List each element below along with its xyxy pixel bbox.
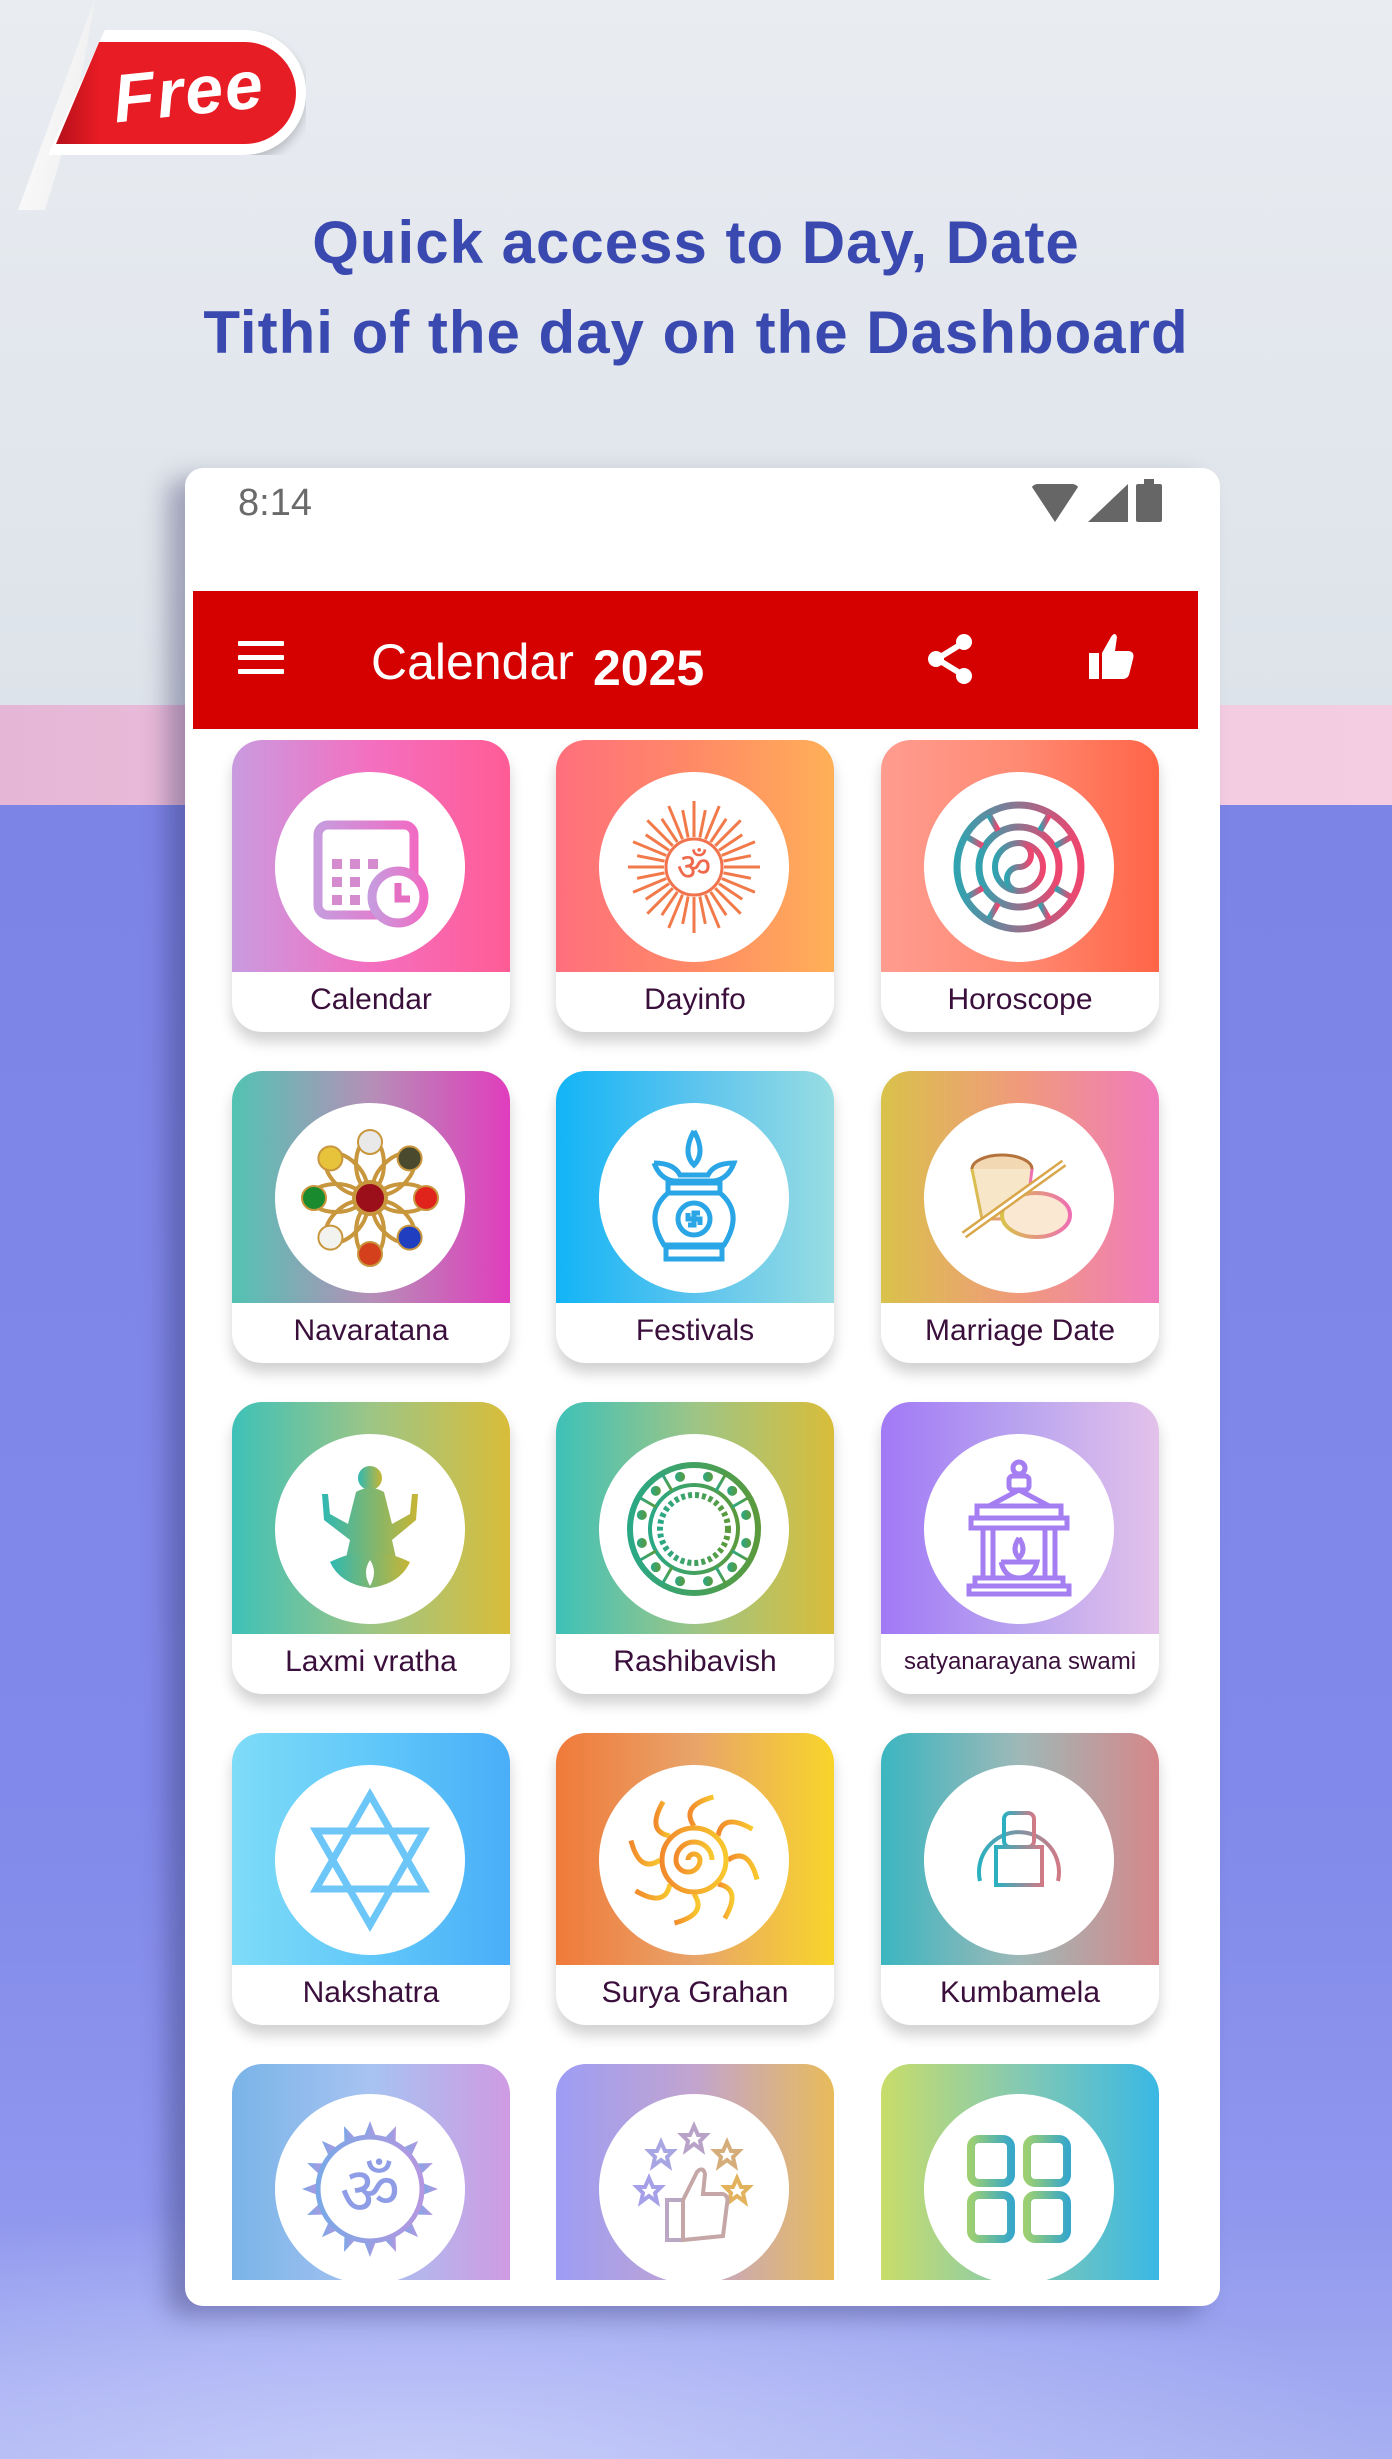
headline-line-1: Quick access to Day, Date [312, 209, 1080, 276]
tile-gradient-bg [556, 1071, 834, 1303]
sun-icon [628, 1794, 760, 1926]
tile-gradient-bg [881, 1733, 1159, 1965]
tile-navaratana[interactable]: Navaratana [232, 1071, 510, 1363]
tile-label: Nakshatra [302, 1976, 440, 2009]
rating-thumbs-up-icon [632, 2121, 754, 2243]
tile-gradient-bg [881, 2064, 1159, 2280]
star-hexagram-icon [309, 1787, 431, 1933]
share-button[interactable] [923, 631, 979, 687]
status-icons [1030, 479, 1162, 522]
tile-gradient-bg [881, 740, 1159, 972]
tile-label: Horoscope [947, 983, 1093, 1016]
tile-calendar[interactable]: Calendar [232, 740, 510, 1032]
tile-gradient-bg [556, 1733, 834, 1965]
tile-label: Navaratana [293, 1314, 449, 1347]
cellular-signal-icon [1088, 484, 1128, 522]
tile-icon-circle [924, 2094, 1114, 2280]
svg-text:ॐ: ॐ [677, 845, 712, 889]
tile-icon-circle [924, 772, 1114, 962]
tile-label: Rashibavish [613, 1645, 777, 1678]
tile-icon-circle: ॐ [275, 2094, 465, 2280]
tile-marriage-date[interactable]: Marriage Date [881, 1071, 1159, 1363]
tile-icon-circle [924, 1765, 1114, 1955]
tile-gradient-bg: ॐ [556, 740, 834, 972]
tile-label: Marriage Date [924, 1314, 1116, 1347]
kalash-icon [651, 1129, 738, 1262]
status-bar: 8:14 [185, 468, 1220, 538]
tile-icon-circle [599, 1434, 789, 1624]
tile-festivals[interactable]: Festivals [556, 1071, 834, 1363]
tile-gradient-bg: ॐ [232, 2064, 510, 2280]
tile-label: Kumbamela [939, 1976, 1101, 2009]
app-year: 2025 [593, 640, 705, 696]
tile-satyanarayana-swami[interactable]: satyanarayana swami [881, 1402, 1159, 1694]
tile-icon-circle [599, 1765, 789, 1955]
badge-text: Free [109, 45, 269, 138]
wifi-icon [1030, 484, 1080, 522]
more-apps-grid-icon [967, 2135, 1071, 2243]
tile-horoscope[interactable]: Horoscope [881, 740, 1159, 1032]
thumbs-up-icon [1089, 634, 1134, 679]
tile-gradient-bg [232, 740, 510, 972]
badge-body: Free [56, 42, 296, 144]
tile-nakshatra[interactable]: Nakshatra [232, 1733, 510, 2025]
app-title: Calendar [371, 634, 574, 690]
tile-label: Surya Grahan [601, 1976, 789, 2009]
tile-gradient-bg [232, 1733, 510, 1965]
zodiac-wheel-icon [953, 801, 1085, 933]
dhol-drum-icon [961, 1153, 1072, 1239]
tile-dayinfo[interactable]: ॐ Dayinfo [556, 740, 834, 1032]
tile-gradient-bg [556, 2064, 834, 2280]
tile-gradient-bg [232, 1402, 510, 1634]
tile-label: Dayinfo [644, 983, 746, 1016]
kumbh-mela-icon [974, 1811, 1064, 1921]
menu-icon-line [238, 655, 284, 660]
tile-gradient-bg [556, 1402, 834, 1634]
rashi-wheel-icon [627, 1462, 761, 1596]
tile-surya-grahan[interactable]: Surya Grahan [556, 1733, 834, 2025]
tile-kumbamela[interactable]: Kumbamela [881, 1733, 1159, 2025]
tile-label: Laxmi vratha [285, 1645, 457, 1678]
navaratna-gems-icon [301, 1129, 439, 1267]
tile-gradient-bg [232, 1071, 510, 1303]
tile-icon-circle [924, 1103, 1114, 1293]
tile-icon-circle: ॐ [599, 772, 789, 962]
tile-label: Calendar [310, 983, 432, 1016]
menu-icon-line [238, 641, 284, 646]
share-icon [928, 634, 972, 684]
headline-line-2: Tithi of the day on the Dashboard [203, 299, 1189, 366]
phone-screen: 8:14 Calendar 2025 Calendar ॐ Dayinfo Ho… [185, 468, 1220, 2306]
tile-rashibavish[interactable]: Rashibavish [556, 1402, 834, 1694]
app-bar: Calendar 2025 [193, 591, 1198, 729]
calendar-clock-icon [313, 813, 429, 928]
like-button[interactable] [1083, 629, 1139, 685]
battery-icon [1136, 479, 1162, 522]
tile-laxmi-vratha[interactable]: Laxmi vratha [232, 1402, 510, 1694]
status-time: 8:14 [238, 482, 312, 524]
om-icon: ॐ [302, 2121, 438, 2257]
temple-lamp-icon [966, 1459, 1072, 1597]
tile-icon-circle [275, 1765, 465, 1955]
tile-more-apps-grid[interactable] [881, 2064, 1159, 2280]
tile-label: satyanarayana swami [903, 1648, 1137, 1675]
tile-icon-circle [275, 1103, 465, 1293]
tile-rating-thumbs-up[interactable] [556, 2064, 834, 2280]
menu-button[interactable] [238, 641, 284, 677]
tile-gradient-bg [881, 1071, 1159, 1303]
tile-icon-circle [599, 2094, 789, 2280]
om-sun-icon: ॐ [628, 801, 760, 933]
lakshmi-icon [322, 1466, 418, 1588]
tile-label: Festivals [635, 1314, 755, 1347]
tile-om[interactable]: ॐ [232, 2064, 510, 2280]
svg-text:ॐ: ॐ [340, 2153, 400, 2230]
tile-icon-circle [599, 1103, 789, 1293]
promo-headline: Quick access to Day, Date Tithi of the d… [0, 198, 1392, 378]
tile-icon-circle [924, 1434, 1114, 1624]
tile-gradient-bg [881, 1402, 1159, 1634]
menu-icon-line [238, 669, 284, 674]
free-badge: Free [10, 0, 310, 210]
tile-icon-circle [275, 1434, 465, 1624]
tile-icon-circle [275, 772, 465, 962]
